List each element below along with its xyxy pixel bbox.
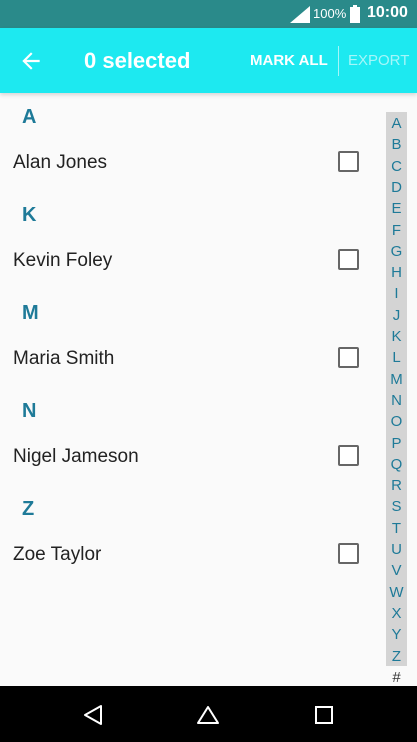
back-arrow-icon[interactable] (18, 48, 44, 74)
index-letter-t[interactable]: T (386, 520, 407, 537)
clock: 10:00 (367, 4, 408, 21)
index-letter-g[interactable]: G (386, 243, 407, 260)
contact-name: Alan Jones (13, 152, 108, 173)
recents-icon[interactable] (312, 703, 336, 727)
contact-name: Nigel Jameson (13, 446, 139, 467)
index-letter-s[interactable]: S (386, 498, 407, 515)
index-letter-j[interactable]: J (386, 307, 407, 324)
index-letter-f[interactable]: F (386, 222, 407, 239)
index-letter-n[interactable]: N (386, 392, 407, 409)
contact-row[interactable]: Nigel Jameson (0, 434, 385, 485)
index-letter-q[interactable]: Q (386, 456, 407, 473)
index-letter-v[interactable]: V (386, 562, 407, 579)
contact-row[interactable]: Alan Jones (0, 140, 385, 191)
index-letter-a[interactable]: A (386, 115, 407, 132)
contact-checkbox[interactable] (338, 151, 359, 172)
contact-list: A Alan Jones K Kevin Foley M Maria Smith… (0, 93, 385, 583)
mark-all-button[interactable]: MARK ALL (250, 52, 328, 69)
index-letter-p[interactable]: P (386, 435, 407, 452)
index-letter-k[interactable]: K (386, 328, 407, 345)
contact-name: Kevin Foley (13, 250, 113, 271)
contact-checkbox[interactable] (338, 347, 359, 368)
action-divider (338, 46, 339, 76)
selection-count-title: 0 selected (84, 48, 191, 73)
index-letter-l[interactable]: L (386, 349, 407, 366)
index-letter-b[interactable]: B (386, 136, 407, 153)
signal-strength-icon (290, 6, 310, 23)
contact-checkbox[interactable] (338, 249, 359, 270)
home-icon[interactable] (196, 703, 220, 727)
index-letter-u[interactable]: U (386, 541, 407, 558)
battery-percent: 100% (313, 6, 347, 21)
contact-row[interactable]: Kevin Foley (0, 238, 385, 289)
export-button[interactable]: EXPORT (348, 52, 409, 69)
contact-row[interactable]: Zoe Taylor (0, 532, 385, 583)
contact-row[interactable]: Maria Smith (0, 336, 385, 387)
contact-checkbox[interactable] (338, 543, 359, 564)
index-letter-o[interactable]: O (386, 413, 407, 430)
index-letter-w[interactable]: W (386, 584, 407, 601)
index-letter-m[interactable]: M (386, 371, 407, 388)
index-letter-i[interactable]: I (386, 285, 407, 302)
section-header-a: A (22, 106, 37, 128)
contact-name: Maria Smith (13, 348, 115, 369)
navigation-bar (0, 686, 417, 742)
contact-checkbox[interactable] (338, 445, 359, 466)
index-letter-x[interactable]: X (386, 605, 407, 622)
index-letter-c[interactable]: C (386, 158, 407, 175)
battery-icon (350, 5, 360, 23)
contact-name: Zoe Taylor (13, 544, 102, 565)
index-letter-hash[interactable]: # (386, 669, 407, 686)
section-header-m: M (22, 302, 39, 324)
index-letter-h[interactable]: H (386, 264, 407, 281)
section-header-n: N (22, 400, 37, 422)
app-bar: 0 selected MARK ALL EXPORT (0, 28, 417, 93)
index-letter-d[interactable]: D (386, 179, 407, 196)
section-header-z: Z (22, 498, 35, 520)
section-header-k: K (22, 204, 37, 226)
index-letter-z[interactable]: Z (386, 648, 407, 665)
status-bar: 100% 10:00 (0, 0, 417, 28)
index-letter-e[interactable]: E (386, 200, 407, 217)
index-letter-r[interactable]: R (386, 477, 407, 494)
index-letter-y[interactable]: Y (386, 626, 407, 643)
back-icon[interactable] (81, 703, 105, 727)
